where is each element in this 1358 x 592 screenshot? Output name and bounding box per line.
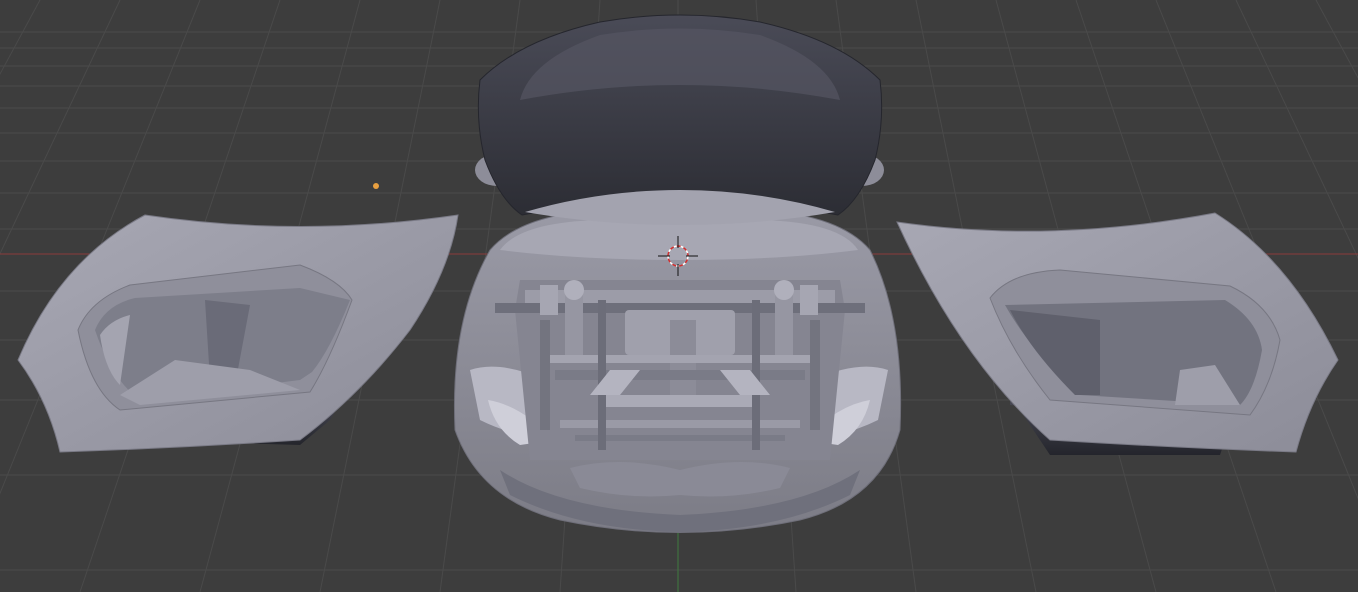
right-hood-panel[interactable]	[896, 212, 1339, 455]
3d-viewport[interactable]	[0, 0, 1358, 592]
engine-bay[interactable]	[495, 280, 865, 460]
open-hood[interactable]	[477, 14, 883, 225]
left-hood-panel[interactable]	[17, 214, 459, 453]
viewport-canvas[interactable]	[0, 0, 1358, 592]
light-source-icon[interactable]	[373, 183, 379, 189]
